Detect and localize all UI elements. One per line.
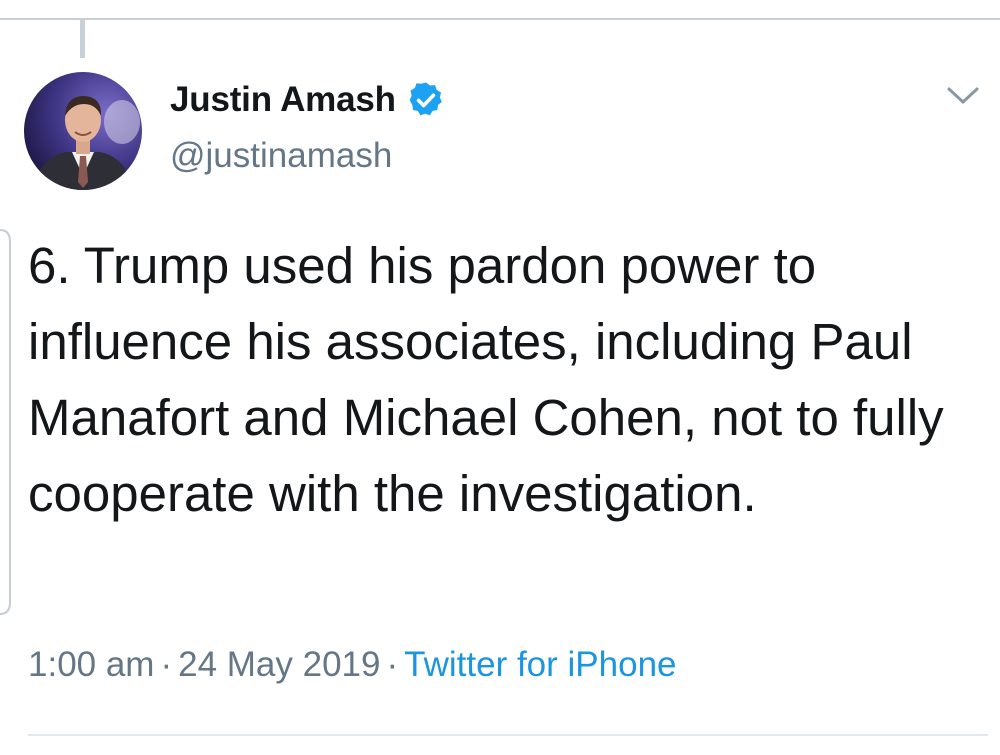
bottom-divider — [28, 734, 988, 736]
verified-badge-icon — [409, 82, 442, 116]
meta-separator: · — [386, 645, 399, 684]
meta-separator: · — [160, 645, 173, 684]
tweet-meta: 1:00 am · 24 May 2019 · Twitter for iPhone — [28, 645, 677, 685]
tweet-date: 24 May 2019 — [178, 645, 381, 684]
tweet-text: 6. Trump used his pardon power to influe… — [28, 237, 944, 522]
avatar[interactable] — [24, 72, 142, 190]
tweet-source-link[interactable]: Twitter for iPhone — [404, 645, 676, 684]
top-divider — [0, 18, 1000, 20]
chevron-down-icon[interactable] — [946, 85, 980, 107]
left-edge-accent — [0, 229, 11, 615]
thread-connector-line — [80, 20, 85, 58]
author-display-name[interactable]: Justin Amash — [170, 80, 396, 120]
tweet-time: 1:00 am — [28, 645, 155, 684]
author-handle[interactable]: @justinamash — [170, 136, 392, 176]
author-name-row: Justin Amash — [170, 80, 446, 120]
